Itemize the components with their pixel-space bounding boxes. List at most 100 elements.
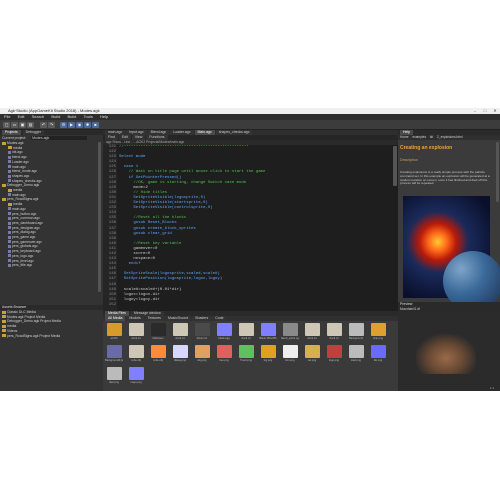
media-thumbnail[interactable] [107, 345, 122, 358]
file-icon [8, 221, 11, 225]
media-thumbnail[interactable] [129, 345, 144, 358]
media-thumbnail[interactable] [217, 323, 232, 336]
media-thumbnail[interactable] [305, 345, 320, 358]
tree-item-label: main.agc [12, 192, 26, 197]
media-thumbnail[interactable] [239, 345, 254, 358]
new-file-icon[interactable]: ▢ [3, 122, 10, 128]
editor-tab[interactable]: Main.agc [194, 130, 215, 135]
save-all-icon[interactable]: ▤ [27, 122, 34, 128]
preview-zoom: 1:1 [490, 386, 495, 390]
redo-icon[interactable]: ↷ [48, 122, 55, 128]
media-thumbnail[interactable] [327, 345, 342, 358]
help-nav-examples[interactable]: examples [412, 135, 426, 139]
media-thumbnail[interactable] [173, 323, 188, 336]
code-editor: main.agc Input.agc Blend.agc Loader.agc Main… [103, 130, 398, 311]
help-nav-page[interactable]: 2_explosions.html [437, 135, 463, 139]
save-icon[interactable]: ▣ [19, 122, 26, 128]
menu-help[interactable]: Help [100, 114, 108, 119]
media-thumbnail[interactable] [327, 323, 342, 336]
media-thumbnail-label: cube.obj [153, 359, 163, 362]
media-thumbnail[interactable] [151, 345, 166, 358]
media-thumbnail[interactable] [305, 323, 320, 336]
media-thumbnail[interactable] [261, 345, 276, 358]
media-thumbnail[interactable] [217, 345, 232, 358]
menu-build-2[interactable]: Build [67, 114, 76, 119]
project-panel: Projects Debugger Current project: Modes… [0, 130, 103, 305]
help-section: Description [400, 158, 418, 162]
current-project-select[interactable]: Modes.agk [31, 136, 88, 140]
media-thumbnail[interactable] [283, 345, 298, 358]
folder-icon [2, 334, 6, 338]
file-icon [8, 169, 11, 173]
asset-item-label: media [7, 324, 17, 329]
file-icon [8, 230, 11, 234]
menu-file[interactable]: File [4, 114, 10, 119]
tree-item-label: pers_globals.agc [12, 244, 38, 249]
media-thumbnail-label: log.png [263, 359, 273, 362]
media-thumbnail[interactable] [151, 323, 166, 336]
tree-item-label: pers_logo.agc [12, 253, 34, 258]
build-icon[interactable]: ⚙ [60, 122, 67, 128]
media-thumbnail[interactable] [283, 323, 298, 336]
menu-build[interactable]: Build [51, 114, 60, 119]
media-thumbnail-label: tile2.png [109, 381, 119, 384]
tree-item[interactable]: pers_title.agc [0, 263, 103, 268]
help-nav-kit[interactable]: kit [430, 135, 433, 139]
media-grid: ac100 clock.txt fullscreen clock.txt bloom.t… [103, 321, 398, 391]
media-thumbnail[interactable] [349, 345, 364, 358]
tree-scrollbar[interactable] [98, 142, 101, 292]
media-thumbnail[interactable] [239, 323, 254, 336]
media-thumbnail[interactable] [173, 345, 188, 358]
tree-item-label: media [13, 145, 23, 150]
media-thumbnail[interactable] [129, 323, 144, 336]
code-line[interactable] [119, 303, 398, 308]
tree-item-label: shapes.agc [12, 173, 30, 178]
help-nav-home[interactable]: Home [400, 135, 409, 139]
media-thumbnail[interactable] [371, 323, 386, 336]
menu-tools[interactable]: Tools [83, 114, 92, 119]
media-thumbnail[interactable] [371, 345, 386, 358]
stop-icon[interactable]: ■ [92, 122, 99, 128]
file-icon [8, 174, 11, 178]
open-folder-icon[interactable]: ▭ [11, 122, 18, 128]
tree-item-label: pers_button.agc [12, 211, 37, 216]
file-icon [8, 160, 11, 164]
help-scrollbar[interactable] [496, 142, 499, 202]
code-area[interactable]: //**************************************… [119, 145, 398, 311]
file-icon [8, 212, 11, 216]
media-thumbnail[interactable] [107, 367, 122, 380]
media-thumbnail-label: logo.png [329, 359, 339, 362]
editor-scrollbar[interactable] [393, 146, 397, 186]
tree-item-label: pers_title.agc [12, 263, 33, 268]
media-thumbnail-label: ship.png [373, 337, 383, 340]
media-thumbnail[interactable] [195, 345, 210, 358]
folder-icon [2, 329, 6, 333]
media-thumbnail-label: clock.txt [131, 337, 141, 340]
editor-tab[interactable]: Loader.agc [170, 130, 194, 135]
menu-search[interactable]: Search [32, 114, 45, 119]
tree-item-label: main.agc [12, 206, 26, 211]
tree-item-label: blend.agc [12, 155, 27, 160]
editor-tab[interactable]: shapes_checks.agc [215, 130, 253, 135]
assets-panel: Assets Browser Classic DLC Media Modes.ag… [0, 305, 103, 391]
broadcast-icon[interactable]: ◉ [76, 122, 83, 128]
file-icon [8, 165, 11, 169]
media-thumbnail[interactable] [349, 323, 364, 336]
media-thumbnail[interactable] [195, 323, 210, 336]
run-icon[interactable]: ▶ [68, 122, 75, 128]
toolbar: ▢ ▭ ▣ ▤ ↶ ↷ ⚙ ▶ ◉ ✱ ■ [0, 120, 500, 130]
debug-icon[interactable]: ✱ [84, 122, 91, 128]
asset-item[interactable]: pers_RoadSigns.agk Project Media [0, 334, 103, 339]
media-thumbnail[interactable] [129, 367, 144, 380]
tree-item-label: media [13, 188, 23, 193]
file-icon [8, 235, 11, 239]
media-thumbnail[interactable] [261, 323, 276, 336]
media-thumbnail[interactable] [107, 323, 122, 336]
media-thumbnail-label: clock.txt [241, 337, 251, 340]
media-thumbnail-label: clock.txt [175, 337, 185, 340]
menu-edit[interactable]: Edit [18, 114, 25, 119]
tree-item-label: Modes.agk [7, 141, 24, 145]
file-icon [8, 226, 11, 230]
folder-icon [8, 188, 12, 192]
undo-icon[interactable]: ↶ [40, 122, 47, 128]
